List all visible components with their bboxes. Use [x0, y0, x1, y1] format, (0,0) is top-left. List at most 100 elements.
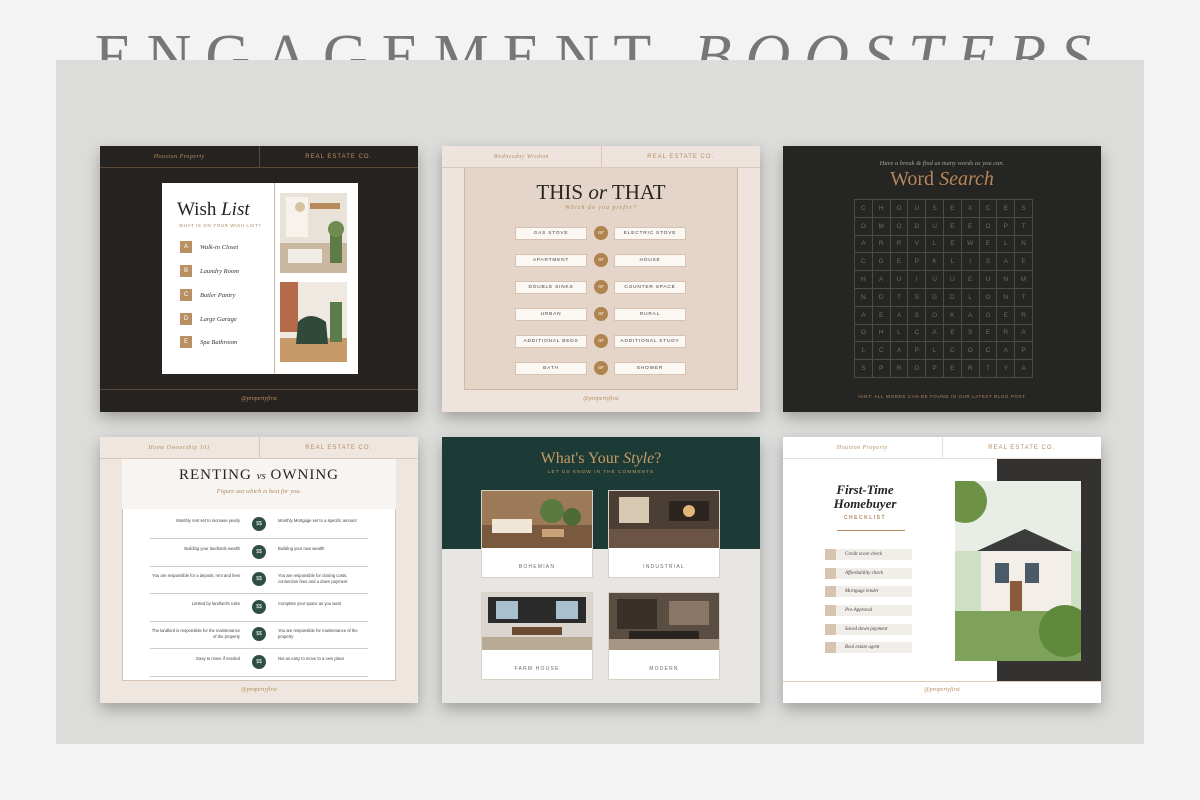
- style-option-farm-house: FARM HOUSE: [481, 592, 593, 680]
- word-search-cell: S: [908, 306, 927, 325]
- comparison-row: The landlord is responsible for the main…: [150, 622, 368, 649]
- word-search-cell: N: [997, 271, 1016, 289]
- card-topbar: Houston Property REAL ESTATE CO.: [783, 437, 1101, 459]
- word-search-title: Word Search: [890, 168, 994, 190]
- word-search-cell: E: [979, 324, 998, 343]
- style-option-bohemian: BOHEMIAN: [481, 490, 593, 578]
- style-option-industrial: INDUSTRIAL: [608, 490, 720, 578]
- choice-right: HOUSE: [614, 254, 686, 267]
- industrial-photo: [609, 491, 719, 548]
- dollar-badge: $$: [252, 654, 266, 669]
- dollar-badge: $$: [252, 544, 266, 559]
- style-option-label: INDUSTRIAL: [643, 564, 685, 570]
- word-search-cell: T: [979, 360, 998, 378]
- word-search-cell: L: [855, 342, 873, 361]
- choice-left: ADDITIONAL BEDS: [515, 335, 587, 348]
- topbar-left: Houston Property: [783, 437, 943, 458]
- word-search-cell: M: [1015, 271, 1033, 289]
- word-search-cell: S: [855, 360, 873, 378]
- choice-left: APARTMENT: [515, 254, 587, 267]
- comparison-row: Monthly rent set to increase yearly $$ Mon…: [150, 512, 368, 539]
- word-search-cell: H: [872, 324, 891, 343]
- choice-left: DOUBLE SINKS: [515, 281, 587, 294]
- word-search-cell: H: [872, 200, 891, 218]
- word-search-cell: G: [872, 253, 891, 272]
- word-search-cell: A: [1015, 360, 1033, 378]
- word-search-cell: E: [943, 324, 962, 343]
- word-search-cell: A: [890, 306, 909, 325]
- word-search-cell: O: [890, 217, 909, 236]
- farm-house-photo: [482, 593, 592, 650]
- word-search-cell: O: [926, 306, 944, 325]
- word-search-cell: P: [908, 253, 927, 272]
- word-search-cell: R: [890, 360, 909, 378]
- topbar-right: REAL ESTATE CO.: [988, 444, 1056, 451]
- word-search-cell: N: [997, 288, 1016, 307]
- owning-point: Monthly Mortgage set to a specific amoun…: [278, 518, 357, 523]
- word-search-cell: O: [979, 217, 998, 236]
- word-search-cell: K: [943, 306, 962, 325]
- word-search-cell: R: [1015, 306, 1033, 325]
- wish-list-item: A Walk-in Closet: [180, 241, 238, 253]
- comparison-row: Easy to move if needed $$ Not as easy to m…: [150, 650, 368, 677]
- owning-point: You are responsible for closing costs, c…: [278, 573, 348, 584]
- word-search-cell: E: [997, 306, 1016, 325]
- word-search-cell: C: [908, 324, 927, 343]
- word-search-cell: C: [979, 200, 998, 218]
- dollar-badge: $$: [252, 627, 266, 641]
- word-search-cell: H: [855, 271, 873, 289]
- word-search-cell: L: [890, 324, 909, 343]
- word-search-cell: O: [890, 200, 909, 218]
- word-search-cell: R: [961, 360, 980, 378]
- word-search-cell: I: [908, 271, 927, 289]
- word-search-cell: D: [872, 288, 891, 307]
- word-search-cell: E: [961, 217, 980, 236]
- topbar-right: REAL ESTATE CO.: [305, 153, 373, 160]
- word-search-cell: E: [890, 253, 909, 272]
- word-search-cell: U: [943, 271, 962, 289]
- kitchen-photo: [280, 193, 347, 273]
- word-search-cell: T: [890, 288, 909, 307]
- title-rule: [837, 530, 905, 531]
- word-search-cell: L: [961, 288, 980, 307]
- word-search-cell: C: [979, 342, 998, 361]
- word-search-cell: D: [943, 288, 962, 307]
- word-search-cell: C: [855, 253, 873, 272]
- word-search-cell: L: [997, 235, 1016, 254]
- word-search-cell: P: [1015, 342, 1033, 361]
- choice-right: RURAL: [614, 308, 686, 321]
- word-search-cell: O: [908, 360, 927, 378]
- topbar-left: Home Ownership 101: [100, 437, 260, 458]
- bottom-rule: [783, 681, 1101, 682]
- or-badge: or: [594, 280, 608, 294]
- owning-point: Building your own wealth: [278, 545, 325, 551]
- word-search-cell: E: [1015, 253, 1033, 272]
- word-search-cell: L: [926, 342, 944, 361]
- word-search-cell: E: [943, 235, 962, 254]
- word-search-cell: E: [943, 360, 962, 378]
- renting-point: You are responsible for a deposit, rent …: [152, 573, 240, 578]
- word-search-cell: D: [908, 217, 927, 236]
- wish-list-title: Wish List: [177, 199, 250, 220]
- renting-point: Easy to move if needed: [196, 655, 240, 661]
- word-search-cell: L: [926, 235, 944, 254]
- wish-list-frame: Wish List WHAT IS ON YOUR WISH LIST? A Wa…: [162, 183, 358, 374]
- bohemian-photo: [482, 491, 592, 548]
- choice-left: URBAN: [515, 308, 587, 321]
- bottom-rule: [100, 389, 418, 390]
- wish-list-item: C Butler Pantry: [180, 289, 236, 301]
- renting-owning-subtitle: Figure out which is best for you.: [216, 488, 302, 495]
- word-search-cell: O: [855, 324, 873, 343]
- word-search-cell: R: [890, 235, 909, 254]
- card-topbar: Home Ownership 101 REAL ESTATE CO.: [100, 437, 418, 459]
- word-search-cell: A: [855, 235, 873, 254]
- owning-point: You are responsible for maintenance of t…: [278, 628, 358, 639]
- social-handle: @propertyfirst: [924, 687, 960, 693]
- renting-point: The landlord is responsible for the main…: [151, 628, 240, 639]
- topbar-left: Wednesday Wisdom: [442, 146, 602, 167]
- dollar-badge: $$: [252, 599, 266, 614]
- word-search-cell: G: [926, 288, 944, 307]
- topbar-right: REAL ESTATE CO.: [647, 153, 715, 160]
- or-badge: or: [594, 334, 608, 348]
- word-search-cell: Y: [997, 360, 1016, 378]
